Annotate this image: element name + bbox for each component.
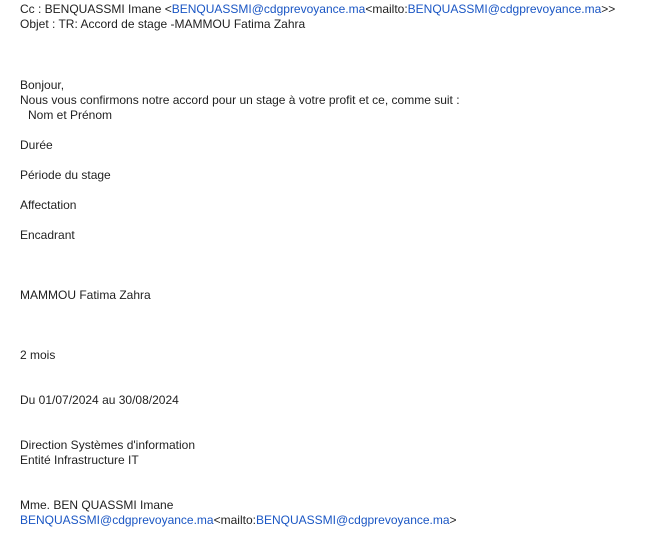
field-label-encadrant: Encadrant [20,228,75,242]
cc-line: Cc : BENQUASSMI Imane <BENQUASSMI@cdgpre… [20,2,615,17]
value-duree: 2 mois [20,348,56,362]
cc-email-link[interactable]: BENQUASSMI@cdgprevoyance.ma [172,2,366,16]
cc-label: Cc : [20,2,45,16]
field-label-duree: Durée [20,138,53,152]
cc-name: BENQUASSMI Imane < [44,2,172,16]
cc-mailto-prefix: <mailto: [365,2,408,16]
field-label-periode: Période du stage [20,168,111,182]
subject-line: Objet : TR: Accord de stage -MAMMOU Fati… [20,17,306,31]
value-periode: Du 01/07/2024 au 30/08/2024 [20,393,179,407]
encadrant-email-line: BENQUASSMI@cdgprevoyance.ma<mailto:BENQU… [20,513,457,528]
encadrant-close: > [449,513,457,527]
value-encadrant-name: Mme. BEN QUASSMI Imane [20,498,174,512]
cc-mailto-link[interactable]: BENQUASSMI@cdgprevoyance.ma [408,2,602,16]
value-nom: MAMMOU Fatima Zahra [20,288,151,302]
encadrant-mailto-prefix: <mailto: [213,513,256,527]
cc-close: >> [601,2,616,16]
greeting: Bonjour, [20,78,65,92]
value-affectation-line1: Direction Systèmes d'information [20,438,196,452]
field-label-nom: Nom et Prénom [28,108,113,122]
value-affectation-line2: Entité Infrastructure IT [20,453,139,467]
intro-text: Nous vous confirmons notre accord pour u… [20,93,460,107]
field-label-affectation: Affectation [20,198,77,212]
encadrant-mailto-link[interactable]: BENQUASSMI@cdgprevoyance.ma [256,513,450,527]
encadrant-email-link[interactable]: BENQUASSMI@cdgprevoyance.ma [20,513,214,527]
